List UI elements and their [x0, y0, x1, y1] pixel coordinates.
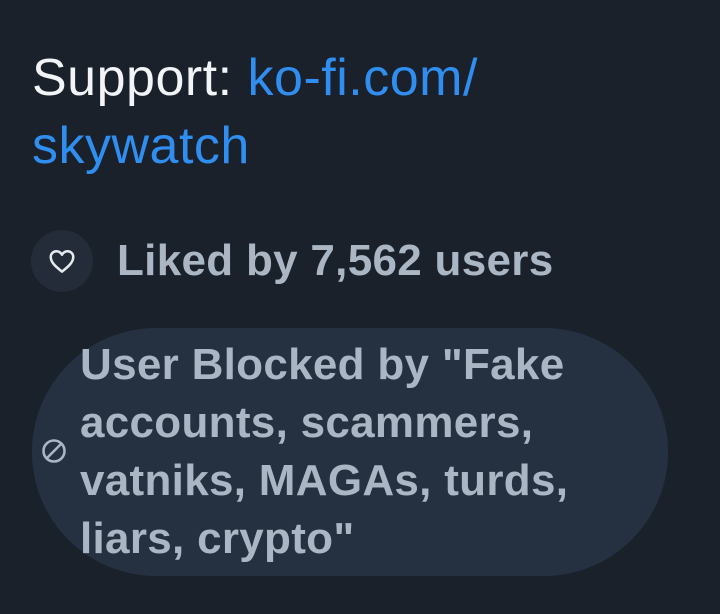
- heart-icon: [49, 250, 75, 273]
- like-button[interactable]: [31, 230, 93, 292]
- support-link-line1: ko-fi.com/: [247, 49, 478, 107]
- support-info: Support: ko-fi.com/skywatch: [32, 44, 672, 180]
- block-icon: [42, 439, 66, 463]
- liked-by-count[interactable]: Liked by 7,562 users: [117, 236, 553, 286]
- blocked-by-list-badge[interactable]: User Blocked by "Fake accounts, scammers…: [32, 328, 668, 576]
- support-label: Support:: [32, 49, 248, 107]
- support-link-line2: skywatch: [32, 117, 250, 175]
- blocked-by-text: User Blocked by "Fake accounts, scammers…: [80, 340, 569, 563]
- likes-row: Liked by 7,562 users: [31, 229, 553, 293]
